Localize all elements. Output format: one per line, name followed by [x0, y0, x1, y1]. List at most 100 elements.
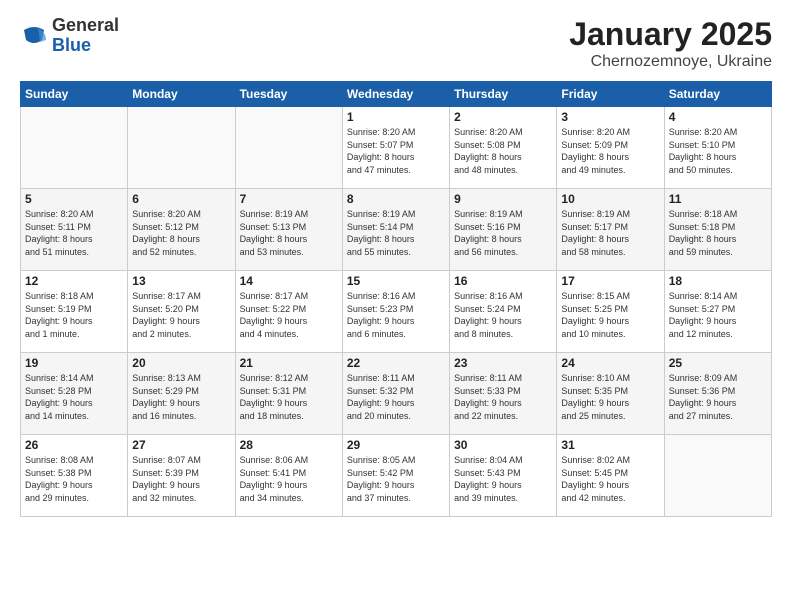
week-row-3: 12 Sunrise: 8:18 AM Sunset: 5:19 PM Dayli… — [21, 271, 772, 353]
page: General Blue January 2025 Chernozemnoye,… — [0, 0, 792, 612]
day-detail-6: Sunrise: 8:20 AM Sunset: 5:12 PM Dayligh… — [132, 208, 230, 258]
day-number-29: 29 — [347, 438, 445, 452]
day-detail-1: Sunrise: 8:20 AM Sunset: 5:07 PM Dayligh… — [347, 126, 445, 176]
day-number-10: 10 — [561, 192, 659, 206]
day-detail-11: Sunrise: 8:18 AM Sunset: 5:18 PM Dayligh… — [669, 208, 767, 258]
day-detail-28: Sunrise: 8:06 AM Sunset: 5:41 PM Dayligh… — [240, 454, 338, 504]
logo-text: General Blue — [52, 16, 119, 56]
day-number-18: 18 — [669, 274, 767, 288]
day-number-15: 15 — [347, 274, 445, 288]
day-cell-2: 2 Sunrise: 8:20 AM Sunset: 5:08 PM Daylig… — [450, 107, 557, 189]
day-number-2: 2 — [454, 110, 552, 124]
week-row-5: 26Sunrise: 8:08 AM Sunset: 5:38 PM Dayli… — [21, 435, 772, 517]
day-cell-9: 9 Sunrise: 8:19 AM Sunset: 5:16 PM Daylig… — [450, 189, 557, 271]
day-detail-2: Sunrise: 8:20 AM Sunset: 5:08 PM Dayligh… — [454, 126, 552, 176]
day-detail-15: Sunrise: 8:16 AM Sunset: 5:23 PM Dayligh… — [347, 290, 445, 340]
weekday-header-wednesday: Wednesday — [342, 82, 449, 107]
day-cell-26: 26Sunrise: 8:08 AM Sunset: 5:38 PM Dayli… — [21, 435, 128, 517]
logo-icon — [20, 22, 48, 50]
day-number-31: 31 — [561, 438, 659, 452]
day-detail-27: Sunrise: 8:07 AM Sunset: 5:39 PM Dayligh… — [132, 454, 230, 504]
day-number-21: 21 — [240, 356, 338, 370]
day-cell-11: 11 Sunrise: 8:18 AM Sunset: 5:18 PM Dayli… — [664, 189, 771, 271]
weekday-header-row: SundayMondayTuesdayWednesdayThursdayFrid… — [21, 82, 772, 107]
day-number-12: 12 — [25, 274, 123, 288]
day-detail-22: Sunrise: 8:11 AM Sunset: 5:32 PM Dayligh… — [347, 372, 445, 422]
day-number-16: 16 — [454, 274, 552, 288]
day-detail-18: Sunrise: 8:14 AM Sunset: 5:27 PM Dayligh… — [669, 290, 767, 340]
day-cell-12: 12 Sunrise: 8:18 AM Sunset: 5:19 PM Dayli… — [21, 271, 128, 353]
day-cell-16: 16 Sunrise: 8:16 AM Sunset: 5:24 PM Dayli… — [450, 271, 557, 353]
day-cell-13: 13Sunrise: 8:17 AM Sunset: 5:20 PM Dayli… — [128, 271, 235, 353]
weekday-header-monday: Monday — [128, 82, 235, 107]
weekday-header-sunday: Sunday — [21, 82, 128, 107]
day-number-8: 8 — [347, 192, 445, 206]
weekday-header-saturday: Saturday — [664, 82, 771, 107]
day-cell-24: 24 Sunrise: 8:10 AM Sunset: 5:35 PM Dayli… — [557, 353, 664, 435]
day-detail-25: Sunrise: 8:09 AM Sunset: 5:36 PM Dayligh… — [669, 372, 767, 422]
day-cell-4: 4 Sunrise: 8:20 AM Sunset: 5:10 PM Daylig… — [664, 107, 771, 189]
weekday-header-thursday: Thursday — [450, 82, 557, 107]
day-detail-3: Sunrise: 8:20 AM Sunset: 5:09 PM Dayligh… — [561, 126, 659, 176]
weekday-header-tuesday: Tuesday — [235, 82, 342, 107]
week-row-4: 19Sunrise: 8:14 AM Sunset: 5:28 PM Dayli… — [21, 353, 772, 435]
day-detail-16: Sunrise: 8:16 AM Sunset: 5:24 PM Dayligh… — [454, 290, 552, 340]
day-number-4: 4 — [669, 110, 767, 124]
day-detail-5: Sunrise: 8:20 AM Sunset: 5:11 PM Dayligh… — [25, 208, 123, 258]
day-cell-25: 25 Sunrise: 8:09 AM Sunset: 5:36 PM Dayli… — [664, 353, 771, 435]
day-number-11: 11 — [669, 192, 767, 206]
day-detail-24: Sunrise: 8:10 AM Sunset: 5:35 PM Dayligh… — [561, 372, 659, 422]
empty-cell — [128, 107, 235, 189]
day-detail-7: Sunrise: 8:19 AM Sunset: 5:13 PM Dayligh… — [240, 208, 338, 258]
day-number-30: 30 — [454, 438, 552, 452]
day-number-3: 3 — [561, 110, 659, 124]
header: General Blue January 2025 Chernozemnoye,… — [20, 16, 772, 71]
empty-cell — [235, 107, 342, 189]
day-detail-26: Sunrise: 8:08 AM Sunset: 5:38 PM Dayligh… — [25, 454, 123, 504]
day-detail-12: Sunrise: 8:18 AM Sunset: 5:19 PM Dayligh… — [25, 290, 123, 340]
day-number-17: 17 — [561, 274, 659, 288]
day-detail-31: Sunrise: 8:02 AM Sunset: 5:45 PM Dayligh… — [561, 454, 659, 504]
title-block: January 2025 Chernozemnoye, Ukraine — [569, 16, 772, 71]
day-number-28: 28 — [240, 438, 338, 452]
day-cell-30: 30Sunrise: 8:04 AM Sunset: 5:43 PM Dayli… — [450, 435, 557, 517]
day-detail-9: Sunrise: 8:19 AM Sunset: 5:16 PM Dayligh… — [454, 208, 552, 258]
day-detail-21: Sunrise: 8:12 AM Sunset: 5:31 PM Dayligh… — [240, 372, 338, 422]
day-number-14: 14 — [240, 274, 338, 288]
day-cell-8: 8Sunrise: 8:19 AM Sunset: 5:14 PM Daylig… — [342, 189, 449, 271]
day-number-9: 9 — [454, 192, 552, 206]
day-number-25: 25 — [669, 356, 767, 370]
day-detail-20: Sunrise: 8:13 AM Sunset: 5:29 PM Dayligh… — [132, 372, 230, 422]
day-cell-6: 6 Sunrise: 8:20 AM Sunset: 5:12 PM Daylig… — [128, 189, 235, 271]
week-row-2: 5 Sunrise: 8:20 AM Sunset: 5:11 PM Daylig… — [21, 189, 772, 271]
day-detail-10: Sunrise: 8:19 AM Sunset: 5:17 PM Dayligh… — [561, 208, 659, 258]
day-number-6: 6 — [132, 192, 230, 206]
month-title: January 2025 — [569, 16, 772, 53]
day-cell-15: 15 Sunrise: 8:16 AM Sunset: 5:23 PM Dayli… — [342, 271, 449, 353]
day-cell-5: 5 Sunrise: 8:20 AM Sunset: 5:11 PM Daylig… — [21, 189, 128, 271]
location-title: Chernozemnoye, Ukraine — [569, 53, 772, 71]
day-cell-7: 7 Sunrise: 8:19 AM Sunset: 5:13 PM Daylig… — [235, 189, 342, 271]
day-cell-31: 31 Sunrise: 8:02 AM Sunset: 5:45 PM Dayli… — [557, 435, 664, 517]
day-number-24: 24 — [561, 356, 659, 370]
day-cell-27: 27 Sunrise: 8:07 AM Sunset: 5:39 PM Dayli… — [128, 435, 235, 517]
day-cell-20: 20Sunrise: 8:13 AM Sunset: 5:29 PM Dayli… — [128, 353, 235, 435]
day-number-23: 23 — [454, 356, 552, 370]
day-cell-28: 28 Sunrise: 8:06 AM Sunset: 5:41 PM Dayli… — [235, 435, 342, 517]
day-number-27: 27 — [132, 438, 230, 452]
day-number-1: 1 — [347, 110, 445, 124]
day-number-5: 5 — [25, 192, 123, 206]
day-cell-17: 17Sunrise: 8:15 AM Sunset: 5:25 PM Dayli… — [557, 271, 664, 353]
day-cell-1: 1 Sunrise: 8:20 AM Sunset: 5:07 PM Daylig… — [342, 107, 449, 189]
week-row-1: 1 Sunrise: 8:20 AM Sunset: 5:07 PM Daylig… — [21, 107, 772, 189]
empty-cell — [21, 107, 128, 189]
day-detail-4: Sunrise: 8:20 AM Sunset: 5:10 PM Dayligh… — [669, 126, 767, 176]
logo: General Blue — [20, 16, 119, 56]
day-number-7: 7 — [240, 192, 338, 206]
day-cell-21: 21 Sunrise: 8:12 AM Sunset: 5:31 PM Dayli… — [235, 353, 342, 435]
day-cell-14: 14Sunrise: 8:17 AM Sunset: 5:22 PM Dayli… — [235, 271, 342, 353]
day-detail-29: Sunrise: 8:05 AM Sunset: 5:42 PM Dayligh… — [347, 454, 445, 504]
day-detail-13: Sunrise: 8:17 AM Sunset: 5:20 PM Dayligh… — [132, 290, 230, 340]
day-cell-18: 18 Sunrise: 8:14 AM Sunset: 5:27 PM Dayli… — [664, 271, 771, 353]
empty-cell — [664, 435, 771, 517]
